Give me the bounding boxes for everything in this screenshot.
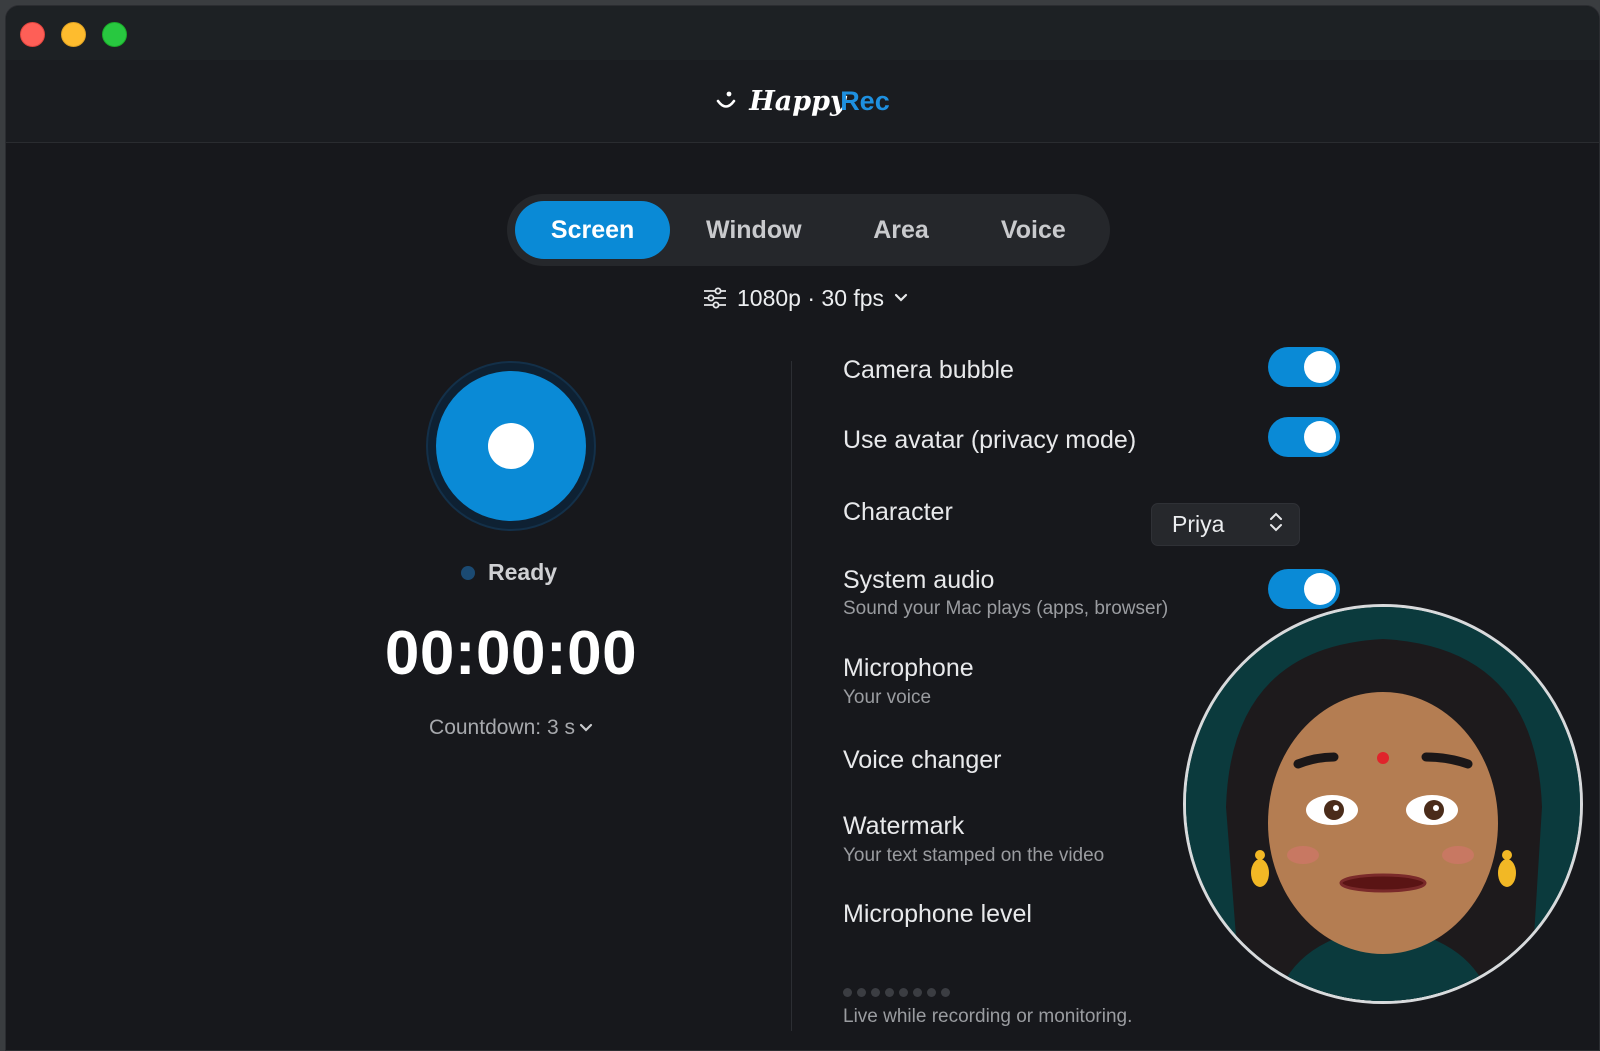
title-bar bbox=[6, 6, 1599, 60]
status-text: Ready bbox=[488, 559, 558, 585]
sliders-icon bbox=[703, 287, 727, 309]
smiley-icon bbox=[715, 90, 737, 112]
record-button[interactable] bbox=[426, 361, 596, 531]
level-dot bbox=[899, 988, 908, 997]
watermark-label: Watermark bbox=[843, 812, 965, 840]
level-dot bbox=[913, 988, 922, 997]
camera-bubble-toggle[interactable] bbox=[1268, 347, 1340, 387]
level-dot bbox=[843, 988, 852, 997]
level-dot bbox=[941, 988, 950, 997]
app-window: Happy Rec Screen Window Area Voice 1080p… bbox=[5, 5, 1600, 1051]
microphone-level-label: Microphone level bbox=[843, 900, 1032, 928]
system-audio-label: System audio bbox=[843, 566, 995, 594]
watermark-sublabel: Your text stamped on the video bbox=[843, 845, 1105, 866]
system-audio-sublabel: Sound your Mac plays (apps, browser) bbox=[843, 598, 1169, 619]
level-dot bbox=[871, 988, 880, 997]
panel-divider bbox=[791, 361, 792, 1031]
toggle-knob bbox=[1304, 421, 1336, 453]
app-header: Happy Rec bbox=[6, 60, 1599, 143]
tab-voice[interactable]: Voice bbox=[965, 201, 1102, 259]
microphone-sublabel: Your voice bbox=[843, 687, 932, 708]
brand-logo: Happy Rec bbox=[715, 85, 890, 117]
countdown-selector[interactable]: Countdown: 3 s bbox=[306, 716, 716, 740]
recording-timer: 00:00:00 bbox=[384, 619, 638, 688]
microphone-level-hint: Live while recording or monitoring. bbox=[843, 1006, 1133, 1027]
camera-bubble-preview[interactable] bbox=[1183, 604, 1583, 1004]
close-window-button[interactable] bbox=[20, 22, 45, 47]
record-dot-icon bbox=[488, 423, 534, 469]
countdown-label: Countdown: 3 s bbox=[429, 716, 575, 739]
chevron-down-icon bbox=[575, 716, 593, 739]
level-dot bbox=[885, 988, 894, 997]
chevron-up-down-icon bbox=[1269, 511, 1283, 539]
tab-window[interactable]: Window bbox=[670, 201, 837, 259]
record-button-inner bbox=[436, 371, 586, 521]
brand-name-rec: Rec bbox=[840, 85, 890, 116]
brand-name-happy: Happy bbox=[749, 85, 846, 117]
toggle-knob bbox=[1304, 573, 1336, 605]
system-audio-toggle[interactable] bbox=[1268, 569, 1340, 609]
microphone-label: Microphone bbox=[843, 654, 974, 682]
level-dot bbox=[857, 988, 866, 997]
quality-label: 1080p · 30 fps bbox=[737, 284, 885, 311]
use-avatar-label: Use avatar (privacy mode) bbox=[843, 426, 1137, 454]
camera-bubble-label: Camera bubble bbox=[843, 356, 1014, 384]
toggle-knob bbox=[1304, 351, 1336, 383]
status-dot bbox=[461, 565, 475, 580]
quality-selector[interactable]: 1080p · 30 fps bbox=[703, 278, 908, 318]
voice-changer-label: Voice changer bbox=[843, 746, 1002, 774]
chevron-down-icon bbox=[894, 293, 908, 303]
minimize-window-button[interactable] bbox=[61, 22, 86, 47]
capture-mode-tabs: Screen Window Area Voice bbox=[507, 194, 1110, 266]
tab-area[interactable]: Area bbox=[837, 201, 964, 259]
use-avatar-toggle[interactable] bbox=[1268, 417, 1340, 457]
character-select[interactable]: Priya bbox=[1151, 503, 1300, 546]
character-value: Priya bbox=[1172, 511, 1225, 537]
tab-screen[interactable]: Screen bbox=[515, 201, 671, 259]
avatar-illustration bbox=[1186, 607, 1580, 1001]
maximize-window-button[interactable] bbox=[102, 22, 127, 47]
microphone-level-meter bbox=[843, 988, 950, 997]
level-dot bbox=[927, 988, 936, 997]
character-label: Character bbox=[843, 498, 953, 526]
status-indicator: Ready bbox=[461, 559, 557, 586]
